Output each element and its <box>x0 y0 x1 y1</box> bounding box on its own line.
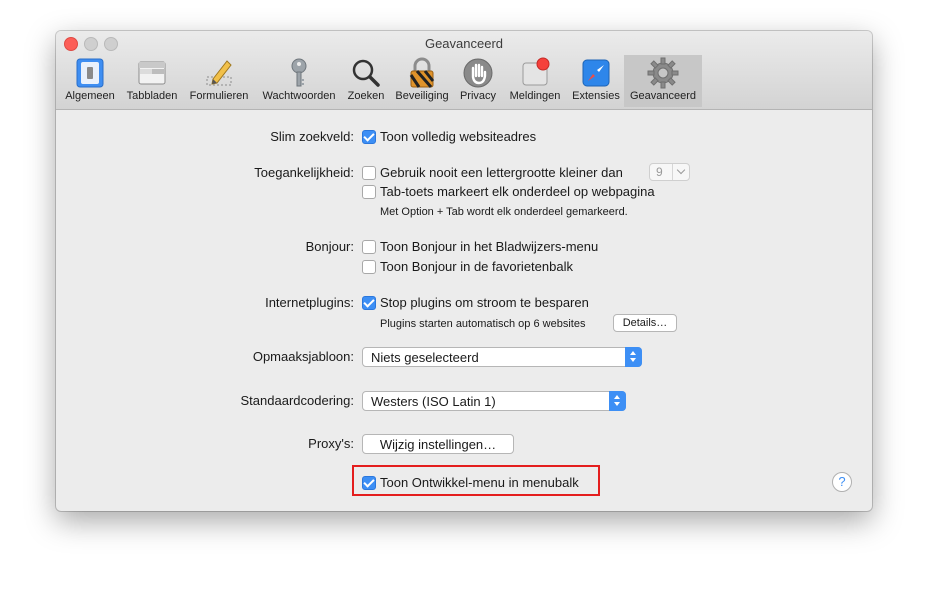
min-font-size-popup[interactable]: 9 <box>649 163 690 181</box>
accessibility-label: Toegankelijkheid: <box>254 165 354 180</box>
tab-privacy[interactable]: Privacy <box>456 55 500 107</box>
toolbar: Geavanceerd Algemeen Tabbladen Formulier… <box>56 31 872 110</box>
proxies-label: Proxy's: <box>308 436 354 451</box>
magnifier-icon <box>350 57 382 89</box>
tab-key-checkbox[interactable] <box>362 185 376 199</box>
bonjour-favorites-checkbox[interactable] <box>362 260 376 274</box>
encoding-label: Standaardcodering: <box>240 393 354 408</box>
general-switch-icon <box>74 57 106 89</box>
min-font-checkbox[interactable] <box>362 166 376 180</box>
bonjour-label: Bonjour: <box>305 239 354 254</box>
tab-label: Algemeen <box>65 90 115 102</box>
tab-label: Extensies <box>572 90 620 102</box>
show-full-address-label[interactable]: Toon volledig websiteadres <box>380 129 536 144</box>
tab-label: Privacy <box>459 90 497 102</box>
tab-label: Beveiliging <box>395 90 449 102</box>
window-title: Geavanceerd <box>424 36 504 51</box>
tab-extensies[interactable]: Extensies <box>568 55 624 107</box>
popup-separator <box>672 164 673 180</box>
tab-formulieren[interactable]: Formulieren <box>186 55 252 107</box>
plugins-label: Internetplugins: <box>265 295 354 310</box>
hand-icon <box>462 57 494 89</box>
compass-icon <box>580 57 612 89</box>
tab-meldingen[interactable]: Meldingen <box>504 55 566 107</box>
show-full-address-checkbox[interactable] <box>362 130 376 144</box>
pencil-form-icon <box>203 57 235 89</box>
style-sheet-label: Opmaaksjabloon: <box>252 349 354 364</box>
tab-label: Meldingen <box>509 90 561 102</box>
popup-arrows-icon <box>625 347 642 367</box>
plugins-note: Plugins starten automatisch op 6 website… <box>380 318 586 330</box>
popup-arrows-icon <box>609 391 626 411</box>
tab-label: Formulieren <box>189 90 249 102</box>
bonjour-bookmarks-label[interactable]: Toon Bonjour in het Bladwijzers-menu <box>380 239 598 254</box>
smart-search-label: Slim zoekveld: <box>270 129 354 144</box>
change-proxy-settings-button[interactable]: Wijzig instellingen… <box>362 434 514 454</box>
encoding-popup[interactable]: Westers (ISO Latin 1) <box>362 391 626 411</box>
gear-icon <box>647 57 679 89</box>
stop-plugins-label[interactable]: Stop plugins om stroom te besparen <box>380 295 589 310</box>
tab-geavanceerd[interactable]: Geavanceerd <box>624 55 702 107</box>
advanced-pane: Slim zoekveld: Toon volledig websiteadre… <box>56 110 872 511</box>
tab-beveiliging[interactable]: Beveiliging <box>390 55 454 107</box>
min-font-label[interactable]: Gebruik nooit een lettergrootte kleiner … <box>380 165 623 180</box>
notification-icon <box>519 57 551 89</box>
lock-icon <box>406 57 438 89</box>
encoding-value: Westers (ISO Latin 1) <box>371 394 496 409</box>
tab-tabbladen[interactable]: Tabbladen <box>122 55 182 107</box>
tab-zoeken[interactable]: Zoeken <box>344 55 388 107</box>
style-sheet-popup[interactable]: Niets geselecteerd <box>362 347 642 367</box>
tab-label: Geavanceerd <box>629 90 697 102</box>
tab-key-hint: Met Option + Tab wordt elk onderdeel gem… <box>380 206 628 218</box>
develop-menu-label[interactable]: Toon Ontwikkel-menu in menubalk <box>380 475 579 490</box>
bonjour-favorites-label[interactable]: Toon Bonjour in de favorietenbalk <box>380 259 573 274</box>
chevron-down-icon <box>676 165 686 175</box>
details-button[interactable]: Details… <box>613 314 677 332</box>
tabs-icon <box>136 57 168 89</box>
develop-menu-checkbox[interactable] <box>362 476 376 490</box>
bonjour-bookmarks-checkbox[interactable] <box>362 240 376 254</box>
min-font-size-value: 9 <box>656 165 663 179</box>
tab-algemeen[interactable]: Algemeen <box>62 55 118 107</box>
stop-plugins-checkbox[interactable] <box>362 296 376 310</box>
key-icon <box>283 57 315 89</box>
tab-label: Zoeken <box>347 90 385 102</box>
help-button[interactable]: ? <box>832 472 852 492</box>
tab-label: Wachtwoorden <box>262 90 336 102</box>
tab-wachtwoorden[interactable]: Wachtwoorden <box>256 55 342 107</box>
tab-key-label[interactable]: Tab-toets markeert elk onderdeel op webp… <box>380 184 655 199</box>
style-sheet-value: Niets geselecteerd <box>371 350 479 365</box>
tab-label: Tabbladen <box>126 90 178 102</box>
preferences-window: Geavanceerd Algemeen Tabbladen Formulier… <box>56 31 872 511</box>
